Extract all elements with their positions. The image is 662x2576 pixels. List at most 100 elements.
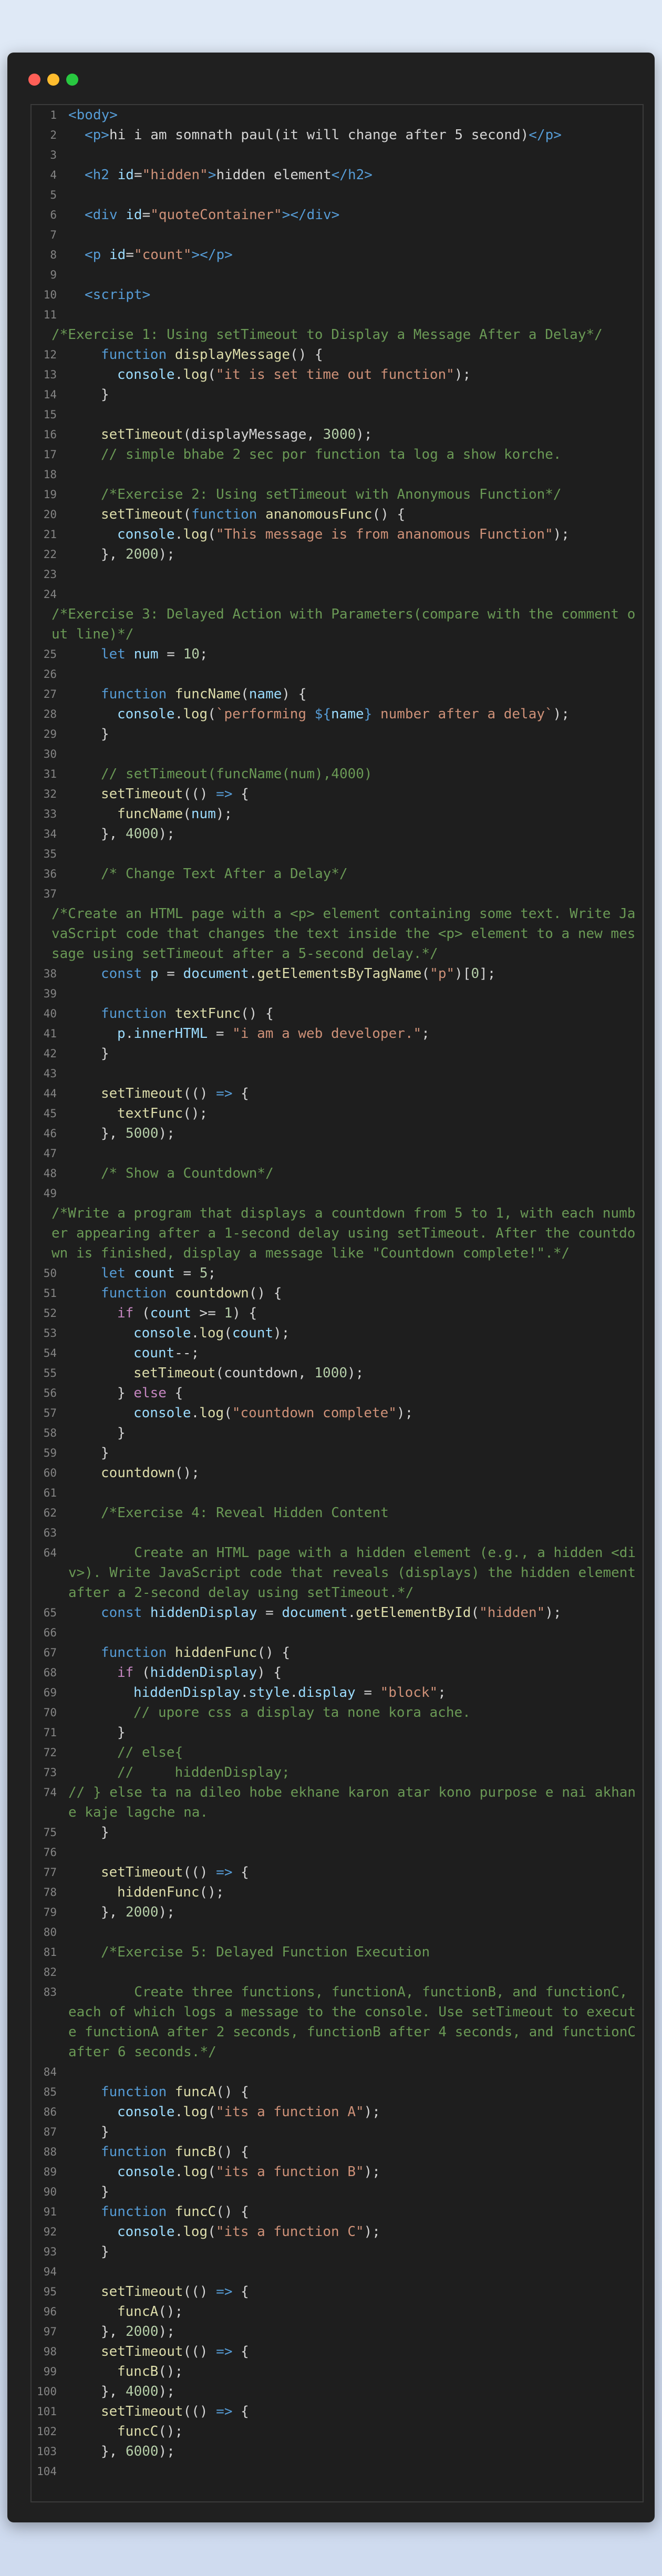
code-line: 25 let num = 10; [32,644,643,664]
line-number: 103 [37,2445,57,2458]
code-line: 91 function funcC() { [32,2202,643,2222]
code-token-plain: (); [158,2364,183,2379]
code-token-keyword: function [101,1645,175,1661]
code-token-var: innerHTML [133,1026,208,1042]
close-button[interactable] [28,74,40,86]
code-line: /*Create an HTML page with a <p> element… [32,904,643,964]
code-token-plain: = [158,966,183,982]
line-number: 60 [43,1467,57,1479]
code-line: 47 [32,1143,643,1163]
code-token-tag: <p [85,247,109,263]
code-token-plain: . [174,2224,183,2240]
code-line: 41 p.innerHTML = "i am a web developer."; [32,1024,643,1044]
code-token-keyword: } [364,706,373,722]
code-line: 7 [32,225,643,245]
code-token-plain: (); [158,2424,183,2439]
code-line: 63 [32,1523,643,1543]
minimize-button[interactable] [47,74,59,86]
line-number: 51 [43,1287,57,1300]
line-number: 22 [43,548,57,561]
code-token-tag: </h2> [331,167,373,183]
line-number: 71 [43,1726,57,1739]
line-number: 50 [43,1267,57,1280]
code-token-plain: ); [158,2324,175,2340]
code-text: funcB(); [57,2362,643,2382]
code-editor[interactable]: 1 <body> 2 <p>hi i am somnath paul(it will … [30,104,644,2502]
code-token-keyword: const [101,966,150,982]
code-token-keyword: let [101,646,134,662]
code-text: if (hiddenDisplay) { [57,1663,643,1683]
code-line: 6 <div id="quoteContainer"></div> [32,205,643,225]
code-text: <p id="count"></p> [57,245,643,265]
code-text: }, 2000); [57,1902,643,1922]
line-number: 81 [43,1946,57,1959]
code-token-plain: () { [290,347,323,363]
line-number: 37 [43,888,57,900]
code-line: 12 function displayMessage() { [32,345,643,365]
code-token-plain: ) { [282,686,307,702]
code-text: console.log("This message is from ananom… [57,524,643,544]
code-line: 99 funcB(); [32,2362,643,2382]
code-token-var: console [117,2104,175,2120]
code-line: 82 [32,1962,643,1982]
code-token-plain: ); [356,427,373,442]
code-token-func: log [183,2224,208,2240]
code-line: 69 hiddenDisplay.style.display = "block"; [32,1683,643,1703]
line-number: 74 [43,1786,57,1799]
code-line: 2 <p>hi i am somnath paul(it will change … [32,125,643,145]
code-line: 19 /*Exercise 2: Using setTimeout with An… [32,485,643,504]
code-text: // setTimeout(funcName(num),4000) [57,764,643,784]
code-token-plain: ); [158,1126,175,1141]
code-token-plain: ( [208,2164,216,2180]
line-number: 65 [43,1606,57,1619]
code-text: }, 4000); [57,2382,643,2402]
code-token-plain: ( [183,806,191,822]
code-token-plain: (() [183,1864,216,1880]
code-token-plain: } [117,1425,126,1441]
code-token-var: num [133,646,159,662]
line-number: 53 [43,1327,57,1339]
code-text: function funcA() { [57,2082,643,2102]
code-text: funcA(); [57,2302,643,2322]
code-token-var: document [282,1605,348,1621]
line-number: 9 [50,269,57,281]
line-number: 82 [43,1966,57,1979]
line-number: 36 [43,868,57,880]
line-number: 88 [43,2146,57,2158]
code-token-string: "it is set time out function" [215,367,454,383]
code-line: 50 let count = 5; [32,1263,643,1283]
code-line: 1 <body> [32,105,643,125]
code-line: 65 const hiddenDisplay = document.getElem… [32,1603,643,1623]
code-token-keyword: function [101,1006,175,1022]
line-number: 78 [43,1886,57,1899]
code-token-keyword: => [216,2284,233,2300]
line-number: 25 [43,648,57,661]
code-token-func: funcB [117,2364,159,2379]
code-token-tag: </p> [529,127,562,143]
code-token-plain: () { [241,1006,274,1022]
code-text: textFunc(); [57,1104,643,1124]
code-text: } [57,1723,643,1743]
code-token-plain: . [174,527,183,542]
code-line: 77 setTimeout(() => { [32,1862,643,1882]
maximize-button[interactable] [66,74,78,86]
code-text: function hiddenFunc() { [57,1643,643,1663]
line-number: 42 [43,1047,57,1060]
line-number: 99 [43,2365,57,2378]
code-token-plain: = [355,1685,380,1701]
code-token-plain: (() [183,1086,216,1101]
code-line: 8 <p id="count"></p> [32,245,643,265]
code-text: // } else ta na dileo hobe ekhane karon … [57,1782,643,1822]
code-token-func: getElementById [356,1605,471,1621]
code-line: 40 function textFunc() { [32,1004,643,1024]
line-number: 30 [43,748,57,760]
code-token-var: name [249,686,282,702]
code-text: } [57,1822,643,1842]
code-line: 78 hiddenFunc(); [32,1882,643,1902]
